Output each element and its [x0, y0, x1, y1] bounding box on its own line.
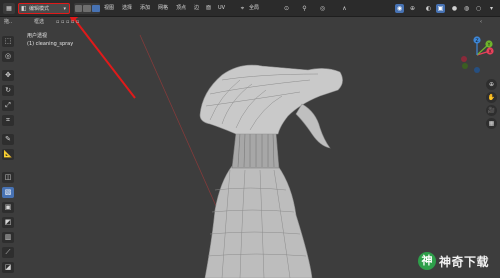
- transform-orientation-icon[interactable]: ⌖: [238, 4, 247, 13]
- chevron-down-icon: ▾: [63, 5, 66, 12]
- transform-tool-icon[interactable]: ⌗: [2, 115, 14, 126]
- view-name: 用户透视: [27, 33, 48, 39]
- drag-dropdown[interactable]: 拖..: [4, 18, 12, 27]
- pan-hand-icon[interactable]: ✋: [486, 92, 497, 103]
- rotate-tool-icon[interactable]: ↻: [2, 85, 14, 96]
- menu-face[interactable]: 面: [206, 3, 211, 14]
- watermark-text: 神奇下载: [439, 254, 490, 269]
- measure-tool-icon[interactable]: 📐: [2, 149, 14, 160]
- menu-vertex[interactable]: 顶点: [176, 3, 186, 14]
- menu-mesh[interactable]: 网格: [158, 3, 168, 14]
- snap-icon[interactable]: ⚲: [300, 4, 309, 13]
- inset-tool-icon[interactable]: ▣: [2, 202, 14, 213]
- object-name: (1) cleaning_spray: [27, 41, 74, 47]
- viewport-scene: [66, 8, 343, 278]
- select-box-tool-icon[interactable]: ⬚: [2, 36, 14, 47]
- navigation-gizmo[interactable]: X Y Z: [456, 34, 498, 76]
- menu-uv[interactable]: UV: [218, 3, 225, 14]
- xray-toggle-icon[interactable]: ▣: [436, 4, 445, 13]
- axis-z-label: Z: [475, 38, 478, 44]
- sidebar-toggle-icon[interactable]: ‹: [480, 18, 482, 27]
- poly-build-tool-icon[interactable]: ◪: [2, 262, 14, 273]
- zoom-icon[interactable]: ⊕: [486, 79, 497, 90]
- annotate-tool-icon[interactable]: ✎: [2, 134, 14, 145]
- watermark: 神 神奇下载: [418, 250, 498, 272]
- overlays-icon[interactable]: ◐: [424, 4, 433, 13]
- axis-neg-x-handle[interactable]: [461, 56, 467, 62]
- cursor-tool-icon[interactable]: ◎: [2, 51, 14, 62]
- proportional-edit-icon[interactable]: ◎: [318, 4, 327, 13]
- camera-view-icon[interactable]: 🎥: [486, 105, 497, 116]
- box-select-dropdown[interactable]: 框选: [34, 18, 44, 27]
- axis-neg-y-handle[interactable]: [462, 63, 468, 69]
- select-op-icons[interactable]: ▫ ▫ ▫ ▫ ▫: [56, 18, 79, 27]
- menu-add[interactable]: 添加: [140, 3, 150, 14]
- shading-solid-icon[interactable]: ●: [450, 4, 459, 13]
- editor-type-button[interactable]: ▦: [3, 3, 15, 14]
- mode-label: 编辑模式: [29, 6, 50, 12]
- mode-dropdown[interactable]: ◧ 编辑模式 ▾: [18, 3, 70, 14]
- perspective-grid-icon[interactable]: ▦: [486, 118, 497, 129]
- extrude-tool-icon[interactable]: ▧: [2, 187, 14, 198]
- curve-icon[interactable]: ∧: [340, 4, 349, 13]
- transform-orientation-dropdown[interactable]: 全局: [249, 3, 259, 14]
- shading-options-icon[interactable]: ▾: [487, 4, 496, 13]
- edge-select-icon[interactable]: [83, 5, 91, 12]
- viewport-header: ▦ ◧ 编辑模式 ▾ 视图 选择 添加 网格 顶点 边 面 UV ⌖ 全局 ⊙ …: [0, 0, 500, 17]
- axis-x-label: X: [488, 49, 491, 55]
- shading-rendered-icon[interactable]: ○: [474, 4, 483, 13]
- loop-cut-tool-icon[interactable]: ▥: [2, 232, 14, 243]
- scale-tool-icon[interactable]: ⤢: [2, 100, 14, 111]
- tool-header: 拖.. 框选 ▫ ▫ ▫ ▫ ▫ ‹: [0, 17, 500, 28]
- bevel-tool-icon[interactable]: ◩: [2, 217, 14, 228]
- face-select-icon[interactable]: [91, 5, 100, 12]
- axis-neg-z-handle[interactable]: [474, 67, 480, 73]
- menu-select[interactable]: 选择: [122, 3, 132, 14]
- editor-type-icon: ▦: [6, 5, 12, 12]
- spray-bottle-mesh: [199, 64, 343, 278]
- move-tool-icon[interactable]: ✥: [2, 70, 14, 81]
- add-cube-tool-icon[interactable]: ◫: [2, 172, 14, 183]
- visibility-icon[interactable]: ◉: [395, 4, 404, 13]
- shading-material-icon[interactable]: ◍: [462, 4, 471, 13]
- viewport-gizmo-icon[interactable]: ⊕: [408, 4, 417, 13]
- axis-y-label: Y: [487, 42, 491, 48]
- knife-tool-icon[interactable]: ⟋: [2, 247, 14, 258]
- tool-shelf: ⬚ ◎ ✥ ↻ ⤢ ⌗ ✎ 📐 ◫ ▧ ▣ ◩ ▥ ⟋ ◪: [0, 30, 16, 275]
- edit-mode-icon: ◧: [21, 5, 27, 12]
- vertex-select-icon[interactable]: [74, 5, 83, 12]
- pivot-icon[interactable]: ⊙: [282, 4, 291, 13]
- menu-view[interactable]: 视图: [104, 3, 114, 14]
- watermark-logo-icon: 神: [418, 252, 436, 270]
- select-mode-group[interactable]: [74, 3, 100, 14]
- menu-edge[interactable]: 边: [194, 3, 199, 14]
